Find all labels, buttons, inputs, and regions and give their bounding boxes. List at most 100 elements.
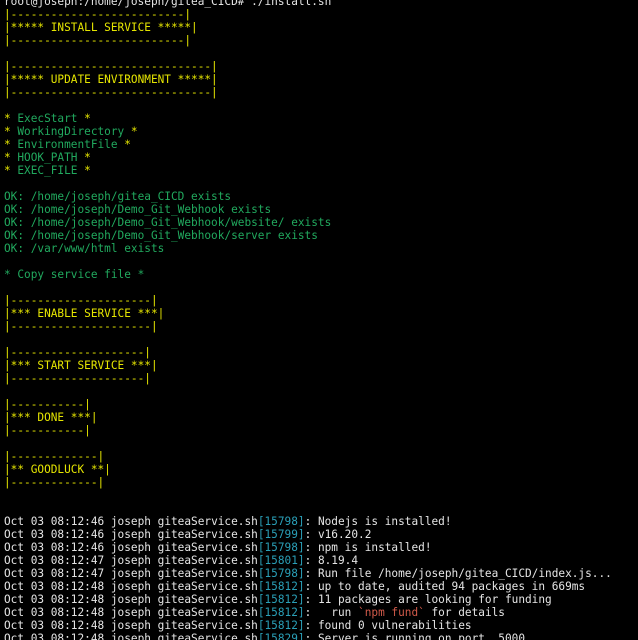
log-line: Oct 03 08:12:47 joseph giteaService.sh[1… — [4, 554, 638, 567]
goodluck-banner-bottom: |-------------| — [4, 476, 105, 489]
terminal-window[interactable]: root@joseph:/home/joseph/gitea_CICD# ./i… — [0, 0, 638, 640]
log-time: Oct 03 08:12:47 — [4, 567, 105, 580]
log-message: : up to date, audited 94 packages in 669… — [304, 580, 586, 593]
env-var-name: EXEC_FILE — [17, 164, 78, 177]
log-proc: giteaService.sh — [157, 554, 258, 567]
env-var-name: EnvironmentFile — [17, 138, 118, 151]
log-message: : 8.19.4 — [304, 554, 359, 567]
bullet: * — [77, 164, 91, 177]
log-time: Oct 03 08:12:48 — [4, 619, 105, 632]
log-message: : found 0 vulnerabilities — [304, 619, 472, 632]
log-pid: [15812] — [257, 580, 305, 593]
update-banner-bottom: |------------------------------| — [4, 86, 218, 99]
ok-line: OK: /var/www/html exists — [4, 242, 165, 255]
log-line: Oct 03 08:12:48 joseph giteaService.sh[1… — [4, 632, 638, 640]
bullet: * — [4, 151, 18, 164]
log-host: joseph — [110, 554, 151, 567]
log-pid: [15812] — [257, 619, 305, 632]
bullet: * — [4, 164, 18, 177]
log-time: Oct 03 08:12:46 — [4, 528, 105, 541]
log-host: joseph — [110, 580, 151, 593]
ok-line: OK: /home/joseph/gitea_CICD exists — [4, 190, 232, 203]
log-pid: [15798] — [257, 541, 305, 554]
bullet: * — [77, 151, 91, 164]
bullet: * — [4, 125, 18, 138]
log-proc: giteaService.sh — [157, 593, 258, 606]
log-time: Oct 03 08:12:48 — [4, 580, 105, 593]
env-var-line: * ExecStart * — [4, 112, 638, 125]
log-message: : npm is installed! — [304, 541, 432, 554]
log-message: : Server is running on port 5000 — [304, 632, 526, 640]
log-message: : Nodejs is installed! — [304, 515, 452, 528]
log-host: joseph — [110, 567, 151, 580]
install-banner-title: |***** INSTALL SERVICE *****| — [4, 21, 198, 34]
log-pid: [15829] — [257, 632, 305, 640]
log-line: Oct 03 08:12:48 joseph giteaService.sh[1… — [4, 580, 638, 593]
log-time: Oct 03 08:12:48 — [4, 632, 105, 640]
ok-line: OK: /home/joseph/Demo_Git_Webhook/server… — [4, 229, 318, 242]
log-pid: [15812] — [257, 606, 305, 619]
log-message: : Run file /home/joseph/gitea_CICD/index… — [304, 567, 612, 580]
log-line: Oct 03 08:12:48 joseph giteaService.sh[1… — [4, 593, 638, 606]
log-host: joseph — [110, 632, 151, 640]
install-banner-bottom: |--------------------------| — [4, 34, 192, 47]
env-var-name: ExecStart — [17, 112, 78, 125]
done-banner-top: |-----------| — [4, 398, 91, 411]
log-message: : run — [304, 606, 359, 619]
start-banner-title: |*** START SERVICE ***| — [4, 359, 158, 372]
log-proc: giteaService.sh — [157, 606, 258, 619]
log-line: Oct 03 08:12:46 joseph giteaService.sh[1… — [4, 528, 638, 541]
log-proc: giteaService.sh — [157, 580, 258, 593]
goodluck-banner-title: |** GOODLUCK **| — [4, 463, 111, 476]
log-line: Oct 03 08:12:48 joseph giteaService.sh[1… — [4, 619, 638, 632]
enable-banner-top: |---------------------| — [4, 294, 158, 307]
log-line: Oct 03 08:12:48 joseph giteaService.sh[1… — [4, 606, 638, 619]
log-host: joseph — [110, 593, 151, 606]
env-var-name: WorkingDirectory — [17, 125, 125, 138]
log-pid: [15798] — [257, 567, 305, 580]
log-pid: [15798] — [257, 515, 305, 528]
log-proc: giteaService.sh — [157, 528, 258, 541]
log-time: Oct 03 08:12:48 — [4, 593, 105, 606]
log-host: joseph — [110, 515, 151, 528]
enable-banner-title: |*** ENABLE SERVICE ***| — [4, 307, 165, 320]
update-banner-title: |***** UPDATE ENVIRONMENT *****| — [4, 73, 218, 86]
ok-line: OK: /home/joseph/Demo_Git_Webhook/websit… — [4, 216, 332, 229]
log-time: Oct 03 08:12:47 — [4, 554, 105, 567]
env-var-line: * EnvironmentFile * — [4, 138, 638, 151]
copy-service-line: * Copy service file * — [4, 268, 145, 281]
log-time: Oct 03 08:12:48 — [4, 606, 105, 619]
enable-banner-bottom: |---------------------| — [4, 320, 158, 333]
done-banner-bottom: |-----------| — [4, 424, 91, 437]
log-proc: giteaService.sh — [157, 541, 258, 554]
env-var-name: HOOK_PATH — [17, 151, 78, 164]
env-var-line: * EXEC_FILE * — [4, 164, 638, 177]
log-proc: giteaService.sh — [157, 515, 258, 528]
log-host: joseph — [110, 619, 151, 632]
env-var-line: * HOOK_PATH * — [4, 151, 638, 164]
bullet: * — [117, 138, 131, 151]
log-time: Oct 03 08:12:46 — [4, 515, 105, 528]
log-line: Oct 03 08:12:46 joseph giteaService.sh[1… — [4, 541, 638, 554]
env-var-line: * WorkingDirectory * — [4, 125, 638, 138]
log-host: joseph — [110, 541, 151, 554]
log-time: Oct 03 08:12:46 — [4, 541, 105, 554]
log-host: joseph — [110, 606, 151, 619]
log-message: : 11 packages are looking for funding — [304, 593, 552, 606]
log-line: Oct 03 08:12:46 joseph giteaService.sh[1… — [4, 515, 638, 528]
log-proc: giteaService.sh — [157, 567, 258, 580]
log-line: Oct 03 08:12:47 joseph giteaService.sh[1… — [4, 567, 638, 580]
npm-fund-command: `npm fund` — [358, 606, 425, 619]
goodluck-banner-top: |-------------| — [4, 450, 105, 463]
bullet: * — [4, 138, 18, 151]
ok-line: OK: /home/joseph/Demo_Git_Webhook exists — [4, 203, 272, 216]
